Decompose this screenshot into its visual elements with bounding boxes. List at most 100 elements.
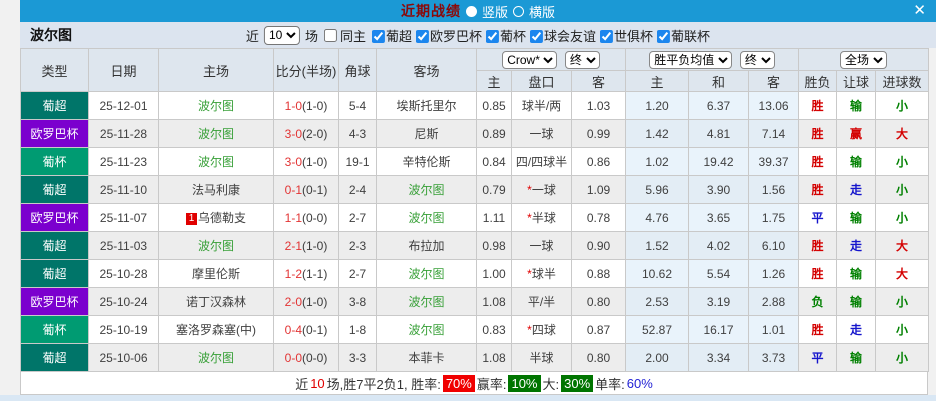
water-home: 0.83 xyxy=(476,315,512,344)
league-checkbox[interactable] xyxy=(657,29,671,43)
horizontal-layout-radio[interactable] xyxy=(513,5,524,17)
league-badge: 葡杯 xyxy=(20,147,89,176)
score-cell: 0-0(0-0) xyxy=(273,343,339,372)
col-goals: 进球数 xyxy=(875,70,930,92)
avg-period-select[interactable]: 终 xyxy=(739,50,775,69)
match-row: 葡超 25-12-01 波尔图 1-0(1-0) 5-4 埃斯托里尔 0.85 球半/两 1.0… xyxy=(20,91,930,120)
league-checkbox-label: 球会友谊 xyxy=(544,28,597,44)
league-checkbox[interactable] xyxy=(371,29,385,43)
home-team-name: 乌德勒支 xyxy=(197,211,246,225)
handicap-result-cell: 输 xyxy=(836,343,877,372)
col-avg-draw: 和 xyxy=(688,70,750,92)
score-cell: 0-4(0-1) xyxy=(273,315,339,344)
near-label: 近 xyxy=(245,28,259,44)
odds-period-select[interactable]: 终 xyxy=(564,50,600,69)
handicap-text: 半球 xyxy=(531,211,556,225)
league-checkbox[interactable] xyxy=(530,29,544,43)
home-team[interactable]: 波尔图 xyxy=(158,147,274,176)
goals-result-cell: 大 xyxy=(875,119,930,148)
home-team[interactable]: 波尔图 xyxy=(158,119,274,148)
away-team[interactable]: 波尔图 xyxy=(376,287,477,316)
scope-select[interactable]: 全场 xyxy=(840,50,888,69)
home-team[interactable]: 摩里伦斯 xyxy=(158,259,274,288)
home-team[interactable]: 1 乌德勒支 xyxy=(158,203,274,232)
league-badge: 葡超 xyxy=(20,259,89,288)
avg-type-select[interactable]: 胜平负均值 xyxy=(649,50,733,69)
score-halftime: (0-1) xyxy=(302,322,328,337)
col-avg-home: 主 xyxy=(625,70,690,92)
away-team[interactable]: 尼斯 xyxy=(376,119,477,148)
away-team[interactable]: 本菲卡 xyxy=(376,343,477,372)
home-team[interactable]: 塞洛罗森塞(中) xyxy=(158,315,274,344)
col-odds-home: 主 xyxy=(476,70,512,92)
match-count-select[interactable]: 10 xyxy=(263,25,300,45)
match-row: 葡杯 25-10-19 塞洛罗森塞(中) 0-4(0-1) 1-8 波尔图 0.83 *四球 0… xyxy=(20,315,930,344)
same-home-checkbox[interactable] xyxy=(323,28,337,42)
away-team[interactable]: 辛特伦斯 xyxy=(376,147,477,176)
handicap-result-cell: 输 xyxy=(836,203,877,232)
water-away: 0.99 xyxy=(570,119,627,148)
match-table: 类型 日期 主场 比分(半场) 角球 客场 Crow* 终 胜平负均值 终 全场… xyxy=(20,48,930,372)
score-cell: 1-2(1-1) xyxy=(273,259,339,288)
filter-controls: 近 10 场 同主 葡超 欧罗巴杯 葡杯 球会友谊 世俱杯 葡联杯 xyxy=(245,25,710,45)
score-cell: 2-0(1-0) xyxy=(273,287,339,316)
water-away: 0.86 xyxy=(570,147,627,176)
goals-result-cell: 小 xyxy=(875,91,930,120)
corners-cell: 1-8 xyxy=(338,315,377,344)
avg-draw: 4.02 xyxy=(688,231,750,260)
score-cell: 3-0(2-0) xyxy=(273,119,339,148)
goals-result-cell: 小 xyxy=(875,343,930,372)
home-team[interactable]: 诺丁汉森林 xyxy=(158,287,274,316)
handicap-cell: 一球 xyxy=(511,119,572,148)
home-team[interactable]: 波尔图 xyxy=(158,91,274,120)
home-team-name: 诺丁汉森林 xyxy=(185,295,246,309)
handicap-text: 球半 xyxy=(531,267,556,281)
score-halftime: (1-0) xyxy=(302,238,328,253)
away-team-name: 波尔图 xyxy=(408,295,445,309)
odds-company-select[interactable]: Crow* xyxy=(502,50,558,69)
home-team[interactable]: 法马利康 xyxy=(158,175,274,204)
handicap-result-cell: 输 xyxy=(836,91,877,120)
close-icon[interactable]: ✕ xyxy=(913,1,926,21)
handicap-result-cell: 走 xyxy=(836,231,877,260)
match-row: 欧罗巴杯 25-11-07 1 乌德勒支 1-1(0-0) 2-7 波尔图 1.11 *半球 0.… xyxy=(20,203,930,232)
col-handicap-result: 让球 xyxy=(836,70,877,92)
odds-group-header: Crow* 终 xyxy=(475,48,627,71)
water-home: 0.84 xyxy=(476,147,512,176)
water-home: 0.89 xyxy=(476,119,512,148)
vertical-layout-radio[interactable] xyxy=(465,5,477,17)
match-row: 欧罗巴杯 25-10-24 诺丁汉森林 2-0(1-0) 3-8 波尔图 1.08 平/半 0.… xyxy=(20,287,930,316)
score-fulltime: 3-0 xyxy=(284,154,302,169)
handicap-text: 一球 xyxy=(529,127,554,141)
home-team-name: 波尔图 xyxy=(197,351,234,365)
league-checkbox[interactable] xyxy=(415,29,429,43)
handicap-text: 球半/两 xyxy=(521,99,562,113)
avg-away: 1.01 xyxy=(748,315,800,344)
away-team[interactable]: 波尔图 xyxy=(376,175,477,204)
corners-cell: 5-4 xyxy=(338,91,377,120)
score-cell: 1-0(1-0) xyxy=(273,91,339,120)
away-team[interactable]: 波尔图 xyxy=(376,315,477,344)
away-team[interactable]: 埃斯托里尔 xyxy=(376,91,477,120)
avg-home: 4.76 xyxy=(625,203,690,232)
col-date: 日期 xyxy=(88,48,159,92)
summary-bar: 近 10 场,胜7平2负1, 胜率: 70% 赢率: 10% 大: 30% 单率: 6… xyxy=(20,372,928,395)
handicap-result-cell: 输 xyxy=(836,259,877,288)
away-team[interactable]: 布拉加 xyxy=(376,231,477,260)
score-fulltime: 2-1 xyxy=(284,238,302,253)
avg-away: 6.10 xyxy=(748,231,800,260)
away-team[interactable]: 波尔图 xyxy=(376,259,477,288)
avg-away: 2.88 xyxy=(748,287,800,316)
away-team[interactable]: 波尔图 xyxy=(376,203,477,232)
league-checkbox[interactable] xyxy=(486,29,500,43)
match-date: 25-10-06 xyxy=(88,343,159,372)
score-halftime: (2-0) xyxy=(302,126,328,141)
score-fulltime: 0-4 xyxy=(284,322,302,337)
league-checkbox-label: 欧罗巴杯 xyxy=(429,28,483,44)
home-team[interactable]: 波尔图 xyxy=(158,343,274,372)
outcome-cell: 胜 xyxy=(798,147,838,176)
col-away: 客场 xyxy=(376,48,477,92)
water-home: 0.85 xyxy=(476,91,512,120)
league-checkbox[interactable] xyxy=(600,29,614,43)
home-team[interactable]: 波尔图 xyxy=(158,231,274,260)
